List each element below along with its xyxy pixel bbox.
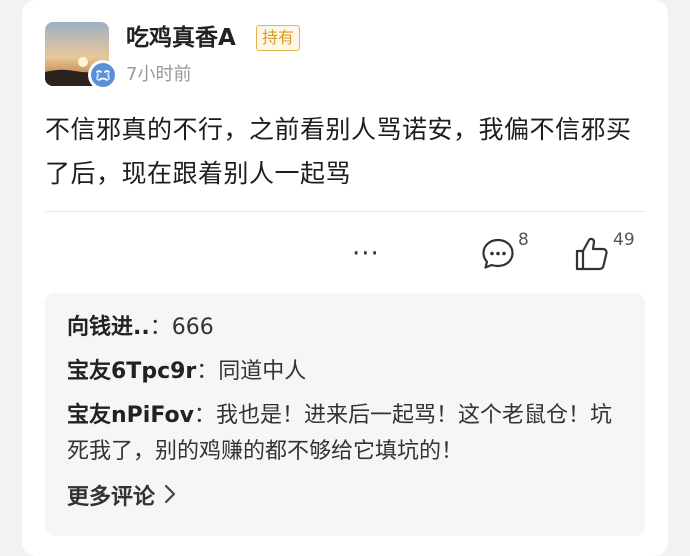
avatar-badge — [88, 60, 118, 90]
like-button[interactable] — [574, 235, 610, 273]
post-body: 不信邪真的不行，之前看别人骂诺安，我偏不信邪买了后，现在跟着别人一起骂 — [45, 115, 632, 188]
more-comments-link[interactable]: 更多评论 — [67, 482, 177, 514]
comment-text: 666 — [171, 315, 214, 340]
comment-item[interactable]: 向钱进..：666 — [67, 310, 627, 346]
chevron-right-icon — [163, 482, 177, 514]
thumbs-up-icon — [575, 237, 608, 271]
crying-face-icon — [91, 63, 115, 87]
more-options-button[interactable]: ··· — [352, 236, 380, 272]
comment-author[interactable]: 宝友6Tpc9r — [67, 359, 196, 384]
username[interactable]: 吃鸡真香A — [126, 22, 236, 54]
comment-separator: ： — [196, 359, 219, 384]
post-time: 7小时前 — [126, 64, 192, 85]
holding-badge: 持有 — [256, 25, 301, 51]
comment-icon — [482, 238, 514, 269]
like-count: 49 — [613, 230, 635, 250]
comments-panel: 向钱进..：666 宝友6Tpc9r：同道中人 宝友nPiFov：我也是！进来后… — [45, 293, 645, 536]
comment-item[interactable]: 宝友6Tpc9r：同道中人 — [67, 354, 627, 390]
comment-item[interactable]: 宝友nPiFov：我也是！进来后一起骂！这个老鼠仓！坑死我了，别的鸡赚的都不够给… — [67, 398, 627, 470]
comment-count: 8 — [518, 230, 529, 250]
comment-author[interactable]: 向钱进.. — [67, 315, 150, 340]
comment-separator: ： — [149, 315, 172, 340]
divider — [45, 211, 645, 212]
comment-text: 同道中人 — [218, 359, 307, 384]
comment-separator: ： — [193, 403, 216, 428]
comment-button[interactable] — [480, 236, 516, 272]
more-comments-label: 更多评论 — [67, 485, 156, 510]
comment-author[interactable]: 宝友nPiFov — [67, 403, 194, 428]
post-card: 吃鸡真香A 持有 7小时前 不信邪真的不行，之前看别人骂诺安，我偏不信邪买了后，… — [22, 0, 668, 556]
